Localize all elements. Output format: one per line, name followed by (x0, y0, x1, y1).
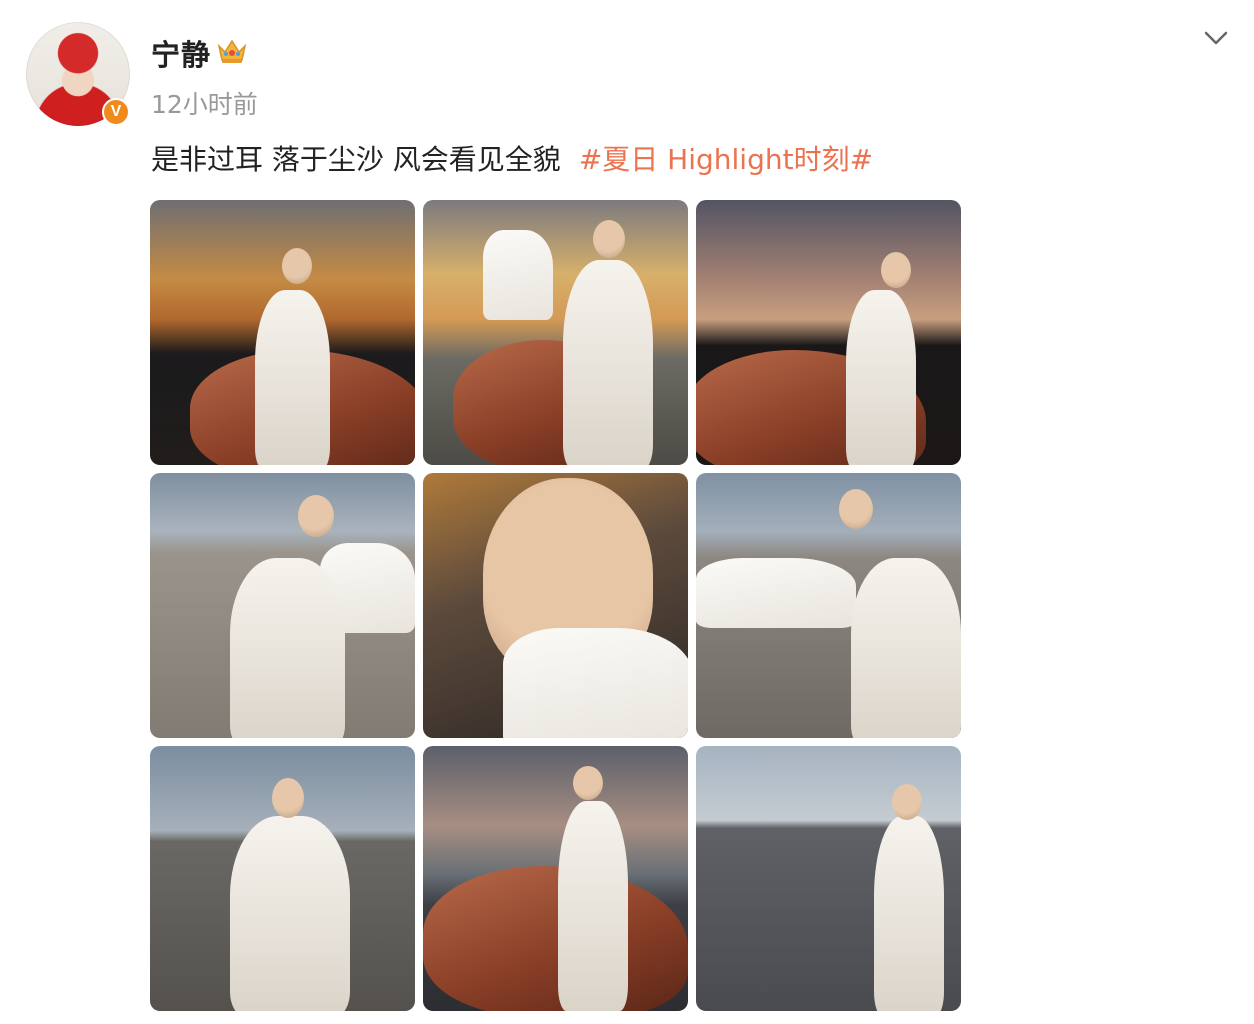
photo-6[interactable] (696, 473, 961, 738)
photo-7[interactable] (150, 746, 415, 1011)
chevron-down-icon[interactable] (1202, 27, 1230, 49)
photo-5[interactable] (423, 473, 688, 738)
photo-3[interactable] (696, 200, 961, 465)
hashtag-link[interactable]: #夏日 Highlight时刻# (579, 143, 873, 176)
photo-2[interactable] (423, 200, 688, 465)
post-timestamp: 12小时前 (151, 90, 258, 119)
verified-icon: V (102, 98, 130, 126)
photo-1[interactable] (150, 200, 415, 465)
username[interactable]: 宁静 (151, 32, 211, 74)
photo-4[interactable] (150, 473, 415, 738)
photo-9[interactable] (696, 746, 961, 1011)
crown-icon (217, 39, 247, 63)
photo-8[interactable] (423, 746, 688, 1011)
post-body: 是非过耳 落于尘沙 风会看见全貌 (151, 143, 561, 176)
post-text: 是非过耳 落于尘沙 风会看见全貌 #夏日 Highlight时刻# (151, 138, 873, 178)
